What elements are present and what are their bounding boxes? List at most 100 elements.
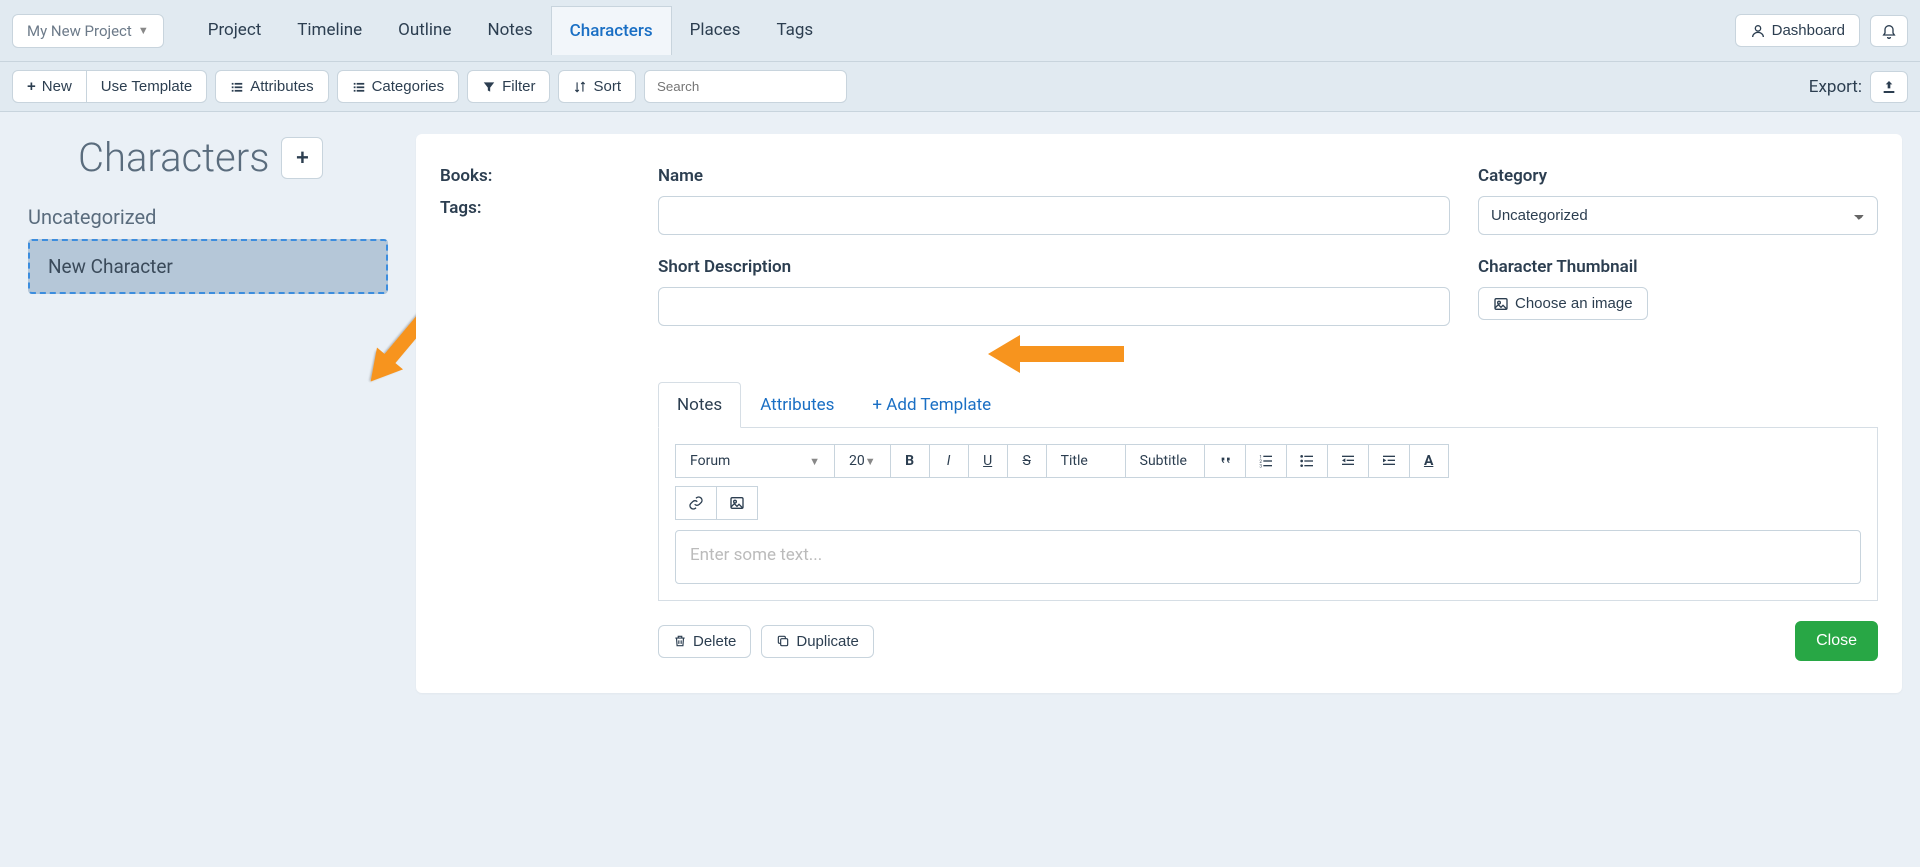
- attributes-label: Attributes: [250, 78, 313, 95]
- bold-button[interactable]: B: [890, 444, 930, 478]
- tags-label: Tags:: [440, 198, 630, 218]
- ordered-list-icon: 123: [1258, 453, 1274, 469]
- font-select[interactable]: Forum ▼: [675, 444, 835, 478]
- short-description-input[interactable]: [658, 287, 1450, 326]
- user-icon: [1750, 23, 1766, 39]
- editor-toolbar: Forum ▼ 20 ▼ B I U S Title Subtitle: [675, 444, 1861, 520]
- ordered-list-button[interactable]: 123: [1245, 444, 1287, 478]
- delete-button[interactable]: Delete: [658, 625, 751, 658]
- filter-icon: [482, 80, 496, 94]
- choose-image-button[interactable]: Choose an image: [1478, 287, 1648, 320]
- short-description-label: Short Description: [658, 257, 1450, 277]
- image-icon: [729, 495, 745, 511]
- font-value: Forum: [690, 453, 730, 469]
- outdent-button[interactable]: [1327, 444, 1369, 478]
- chevron-down-icon: ▼: [138, 24, 149, 37]
- categories-label: Categories: [372, 78, 445, 95]
- link-button[interactable]: [675, 486, 717, 520]
- fontsize-value: 20: [849, 453, 865, 469]
- nav-tags[interactable]: Tags: [758, 6, 831, 55]
- duplicate-button[interactable]: Duplicate: [761, 625, 874, 658]
- indent-icon: [1381, 453, 1397, 469]
- bullet-list-button[interactable]: [1286, 444, 1328, 478]
- chevron-down-icon: ▼: [865, 455, 876, 468]
- list-icon: [352, 80, 366, 94]
- fontsize-select[interactable]: 20 ▼: [834, 444, 891, 478]
- project-dropdown[interactable]: My New Project ▼: [12, 14, 164, 48]
- right-column: Category Uncategorized Character Thumbna…: [1478, 166, 1878, 342]
- link-icon: [688, 495, 704, 511]
- underline-icon: U: [983, 453, 992, 469]
- detail-footer: Delete Duplicate Close: [658, 621, 1878, 661]
- subtab-add-template[interactable]: + Add Template: [853, 382, 1010, 427]
- strike-icon: S: [1022, 453, 1030, 469]
- sub-tabs: Notes Attributes + Add Template: [658, 382, 1878, 428]
- quote-button[interactable]: [1204, 444, 1246, 478]
- choose-image-label: Choose an image: [1515, 295, 1633, 312]
- attributes-button[interactable]: Attributes: [215, 70, 328, 103]
- italic-button[interactable]: I: [929, 444, 969, 478]
- dashboard-button[interactable]: Dashboard: [1735, 14, 1860, 47]
- main-nav: Project Timeline Outline Notes Character…: [190, 6, 832, 55]
- underline-button[interactable]: U: [968, 444, 1008, 478]
- category-select[interactable]: Uncategorized: [1478, 196, 1878, 235]
- nav-characters[interactable]: Characters: [551, 6, 672, 55]
- subtitle-style-button[interactable]: Subtitle: [1125, 444, 1205, 478]
- quote-icon: [1217, 453, 1233, 469]
- bell-icon: [1881, 23, 1897, 39]
- category-label: Category: [1478, 166, 1878, 186]
- editor-textarea[interactable]: Enter some text...: [675, 530, 1861, 584]
- trash-icon: [673, 634, 687, 648]
- bold-icon: B: [905, 453, 914, 469]
- new-button[interactable]: + New: [12, 70, 87, 103]
- duplicate-icon: [776, 634, 790, 648]
- categories-button[interactable]: Categories: [337, 70, 460, 103]
- nav-timeline[interactable]: Timeline: [279, 6, 380, 55]
- notifications-button[interactable]: [1870, 15, 1908, 47]
- form-column: Name Short Description: [658, 166, 1450, 348]
- indent-button[interactable]: [1368, 444, 1410, 478]
- plus-icon: +: [27, 78, 36, 95]
- close-button[interactable]: Close: [1795, 621, 1878, 661]
- subtab-attributes[interactable]: Attributes: [741, 382, 853, 427]
- sort-button[interactable]: Sort: [558, 70, 636, 103]
- sidebar: Characters + Uncategorized New Character: [18, 134, 398, 294]
- image-icon: [1493, 296, 1509, 312]
- project-name: My New Project: [27, 22, 132, 40]
- export-icon: [1881, 79, 1897, 95]
- nav-places[interactable]: Places: [672, 6, 759, 55]
- sidebar-group-title: Uncategorized: [28, 205, 388, 229]
- sidebar-title: Characters: [78, 134, 269, 181]
- chevron-down-icon: ▼: [809, 455, 820, 468]
- text-color-button[interactable]: A: [1409, 444, 1449, 478]
- svg-text:3: 3: [1259, 464, 1262, 469]
- duplicate-label: Duplicate: [796, 633, 859, 650]
- subtab-notes[interactable]: Notes: [658, 382, 741, 428]
- books-label: Books:: [440, 166, 630, 186]
- text-color-icon: A: [1424, 453, 1433, 469]
- sidebar-character-item[interactable]: New Character: [28, 239, 388, 294]
- title-style-button[interactable]: Title: [1046, 444, 1126, 478]
- list-icon: [230, 80, 244, 94]
- meta-column: Books: Tags:: [440, 166, 630, 230]
- sort-icon: [573, 80, 587, 94]
- use-template-button[interactable]: Use Template: [87, 70, 207, 103]
- content: Characters + Uncategorized New Character…: [0, 112, 1920, 715]
- nav-notes[interactable]: Notes: [469, 6, 550, 55]
- filter-button[interactable]: Filter: [467, 70, 550, 103]
- insert-image-button[interactable]: [716, 486, 758, 520]
- search-input[interactable]: [644, 70, 847, 103]
- bullet-list-icon: [1299, 453, 1315, 469]
- nav-outline[interactable]: Outline: [380, 6, 469, 55]
- thumbnail-label: Character Thumbnail: [1478, 257, 1878, 277]
- annotation-arrow-icon: [986, 329, 1126, 379]
- plus-icon: +: [296, 145, 309, 171]
- nav-project[interactable]: Project: [190, 6, 280, 55]
- name-input[interactable]: [658, 196, 1450, 235]
- add-character-button[interactable]: +: [281, 137, 323, 179]
- delete-label: Delete: [693, 633, 736, 650]
- export-button[interactable]: [1870, 71, 1908, 103]
- editor-wrap: Forum ▼ 20 ▼ B I U S Title Subtitle: [658, 428, 1878, 601]
- strike-button[interactable]: S: [1007, 444, 1047, 478]
- export-label: Export:: [1809, 77, 1862, 97]
